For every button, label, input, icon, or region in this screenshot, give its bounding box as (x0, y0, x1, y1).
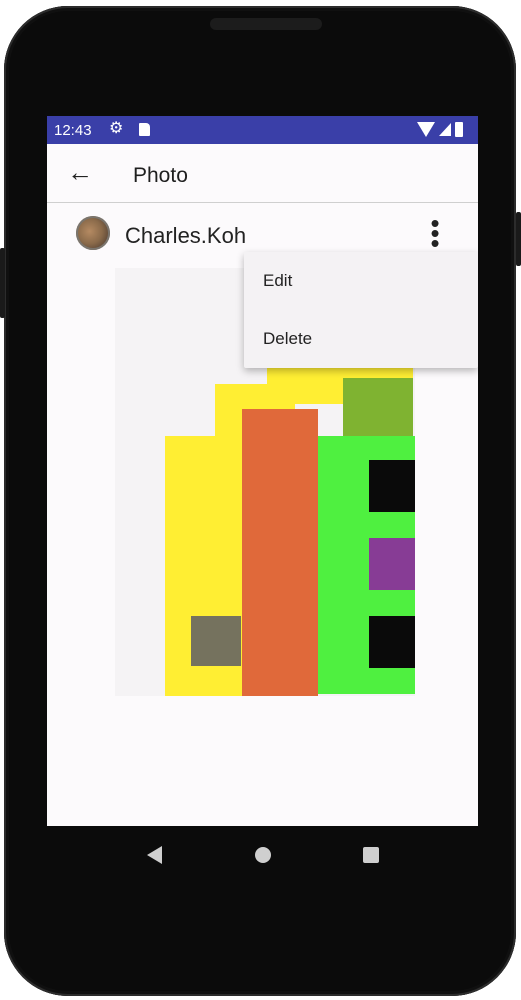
gear-icon: ⚙ (109, 120, 124, 137)
photo-orange-block (242, 409, 318, 696)
power-button (516, 212, 521, 266)
volume-button (0, 248, 5, 318)
menu-item-edit[interactable]: Edit (244, 252, 478, 310)
app-bar: ← Photo (47, 144, 478, 203)
sd-card-icon (139, 123, 150, 136)
author-name[interactable]: Charles.Koh (125, 223, 246, 249)
page-title: Photo (133, 164, 188, 187)
overflow-menu: Edit Delete (244, 252, 478, 368)
earpiece-speaker (210, 18, 322, 30)
more-vert-icon[interactable]: • • • (424, 210, 446, 256)
status-time: 12:43 (54, 122, 92, 139)
photo-olive-block (343, 378, 413, 438)
photo-black-bottom (369, 616, 415, 668)
wifi-icon (417, 122, 435, 137)
screen: 12:43 ⚙ ← Photo Charles.Koh • • • Edit Del… (47, 116, 478, 826)
photo-black-top (369, 460, 415, 512)
arrow-left-icon[interactable]: ← (67, 159, 93, 186)
home-circle-icon[interactable] (255, 847, 271, 863)
signal-icon (439, 123, 451, 136)
back-triangle-icon[interactable] (147, 846, 162, 864)
photo-purple-block (369, 538, 415, 590)
status-bar: 12:43 ⚙ (47, 116, 478, 144)
photo-gray-block (191, 616, 241, 666)
avatar[interactable] (76, 216, 110, 250)
system-nav-bar (47, 826, 478, 884)
battery-icon (455, 122, 463, 137)
menu-item-delete[interactable]: Delete (244, 310, 478, 368)
recents-square-icon[interactable] (363, 847, 379, 863)
